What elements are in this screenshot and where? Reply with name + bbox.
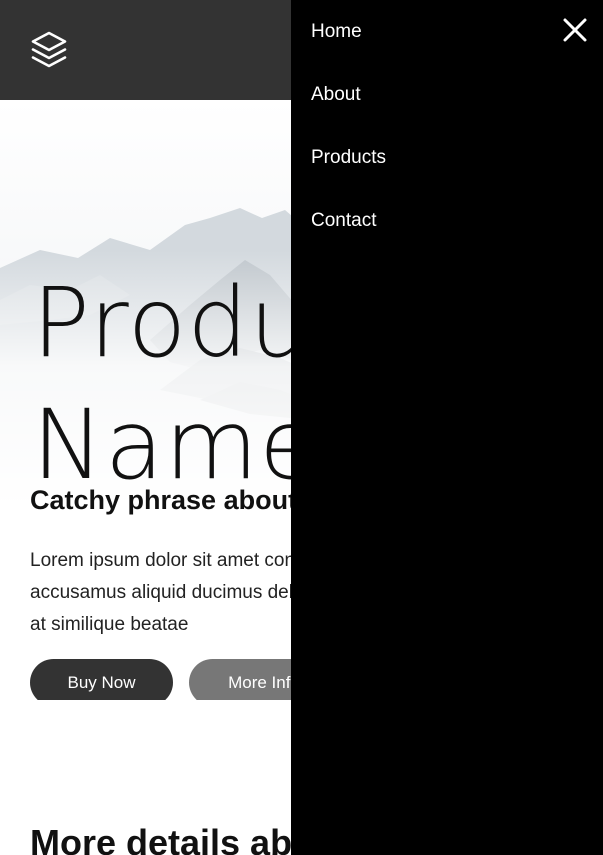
nav-item-contact[interactable]: Contact [311, 210, 376, 232]
nav-item-home[interactable]: Home [311, 21, 362, 43]
buy-now-button[interactable]: Buy Now [30, 659, 173, 700]
close-icon[interactable] [561, 16, 589, 44]
nav-item-about[interactable]: About [311, 84, 361, 106]
layers-icon[interactable] [30, 30, 68, 70]
side-nav-drawer: Home About Products Contact [291, 0, 603, 855]
page: Product Name Catchy phrase about the pro… [0, 0, 603, 855]
nav-item-products[interactable]: Products [311, 147, 386, 169]
